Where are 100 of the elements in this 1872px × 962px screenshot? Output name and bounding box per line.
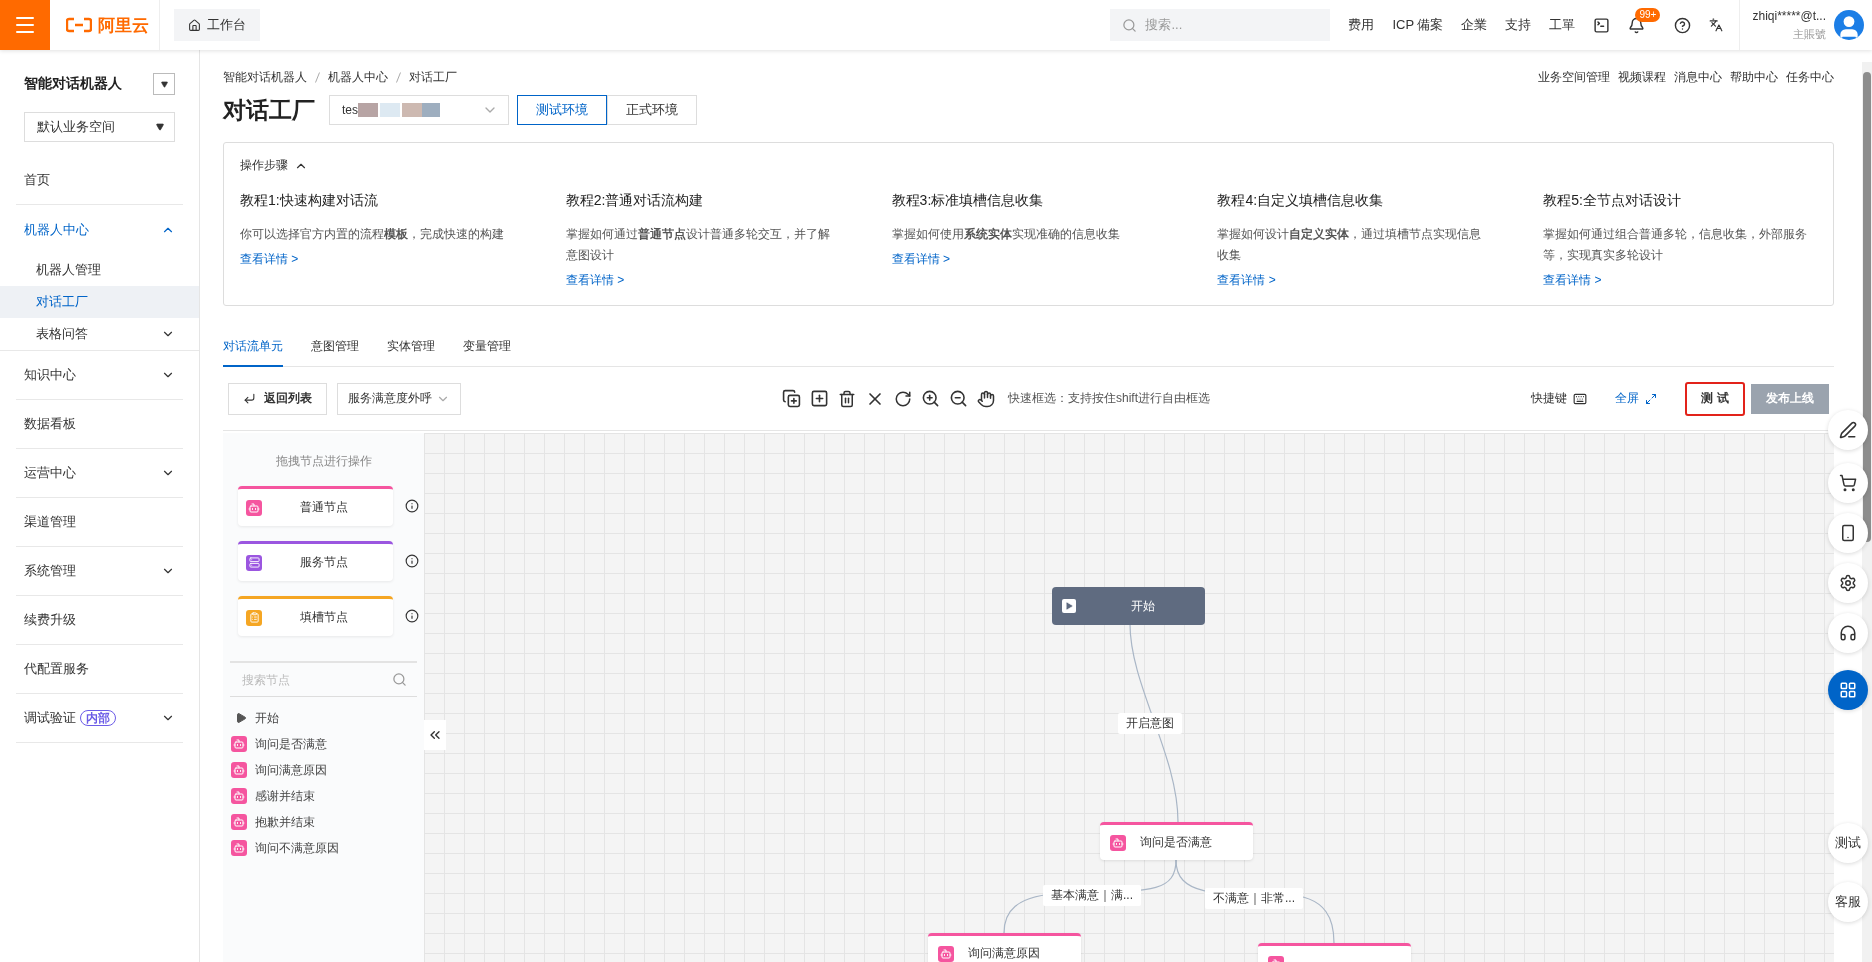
test-button[interactable]: 测 试 — [1685, 381, 1745, 416]
back-to-list-button[interactable]: 返回列表 — [228, 382, 327, 415]
node-type-card[interactable]: 服务节点 — [238, 541, 393, 581]
add-icon[interactable] — [810, 389, 829, 408]
breadcrumb-item[interactable]: 智能对话机器人 — [223, 69, 307, 84]
nav-item[interactable]: 系统管理 — [16, 547, 183, 596]
header-link[interactable]: 视频课程 — [1618, 68, 1666, 86]
details-link[interactable]: 查看详情 > — [891, 251, 950, 268]
delete-icon[interactable] — [838, 389, 856, 408]
tutorial-title: 教程3:标准填槽信息收集 — [891, 192, 1045, 210]
user-name[interactable]: zhiqi*****@t... — [1752, 8, 1826, 23]
top-nav-link[interactable]: 企業 — [1461, 16, 1488, 34]
caret-icon — [160, 80, 168, 88]
tab[interactable]: 实体管理 — [387, 330, 435, 367]
details-link[interactable]: 查看详情 > — [565, 272, 625, 289]
top-nav-link[interactable]: 支持 — [1505, 16, 1532, 34]
menu-button[interactable] — [0, 0, 50, 50]
robot-icon — [1110, 834, 1126, 851]
shortcuts-button[interactable]: 快捷键 — [1531, 390, 1587, 407]
workspace-select[interactable]: 默认业务空间 — [24, 112, 175, 142]
scrollbar-thumb[interactable] — [1863, 72, 1871, 542]
fullscreen-button[interactable]: 全屏 — [1615, 390, 1657, 407]
info-icon[interactable] — [405, 609, 419, 623]
edge-label[interactable]: 不满意｜非常... — [1205, 888, 1303, 909]
node-tree-item[interactable]: 抱歉并结束 — [223, 809, 424, 835]
dialog-node[interactable]: 询问满意原因 — [928, 933, 1081, 962]
node-tree-item[interactable]: 询问满意原因 — [223, 757, 424, 783]
nav-item[interactable]: 数据看板 — [16, 400, 183, 449]
refresh-icon[interactable] — [894, 389, 912, 408]
info-icon[interactable] — [405, 499, 419, 513]
product-menu-button[interactable] — [153, 73, 175, 95]
nav-item[interactable]: 对话工厂 — [0, 286, 199, 318]
nav-item[interactable]: 表格问答 — [0, 318, 199, 350]
palette-hint: 拖拽节点进行操作 — [274, 453, 373, 470]
flow-select[interactable]: 服务满意度外呼 — [337, 382, 461, 415]
tutorial-description: 掌握如何通过组合普通多轮，信息收集，外部服务等，实现真实多轮设计 — [1543, 226, 1809, 264]
node-type-card[interactable]: 普通节点 — [238, 486, 393, 526]
node-tree-item[interactable]: 开始 — [223, 705, 424, 731]
nav-label: 代配置服务 — [24, 660, 89, 678]
nav-item[interactable]: 机器人管理 — [0, 254, 199, 286]
play-icon — [235, 712, 247, 724]
nav-group[interactable]: 机器人中心 — [16, 205, 183, 254]
product-title: 智能对话机器人 — [24, 75, 122, 93]
nav-item[interactable]: 知识中心 — [16, 351, 183, 400]
settings-icon — [1839, 574, 1857, 592]
search-icon[interactable] — [392, 672, 407, 687]
nav-item[interactable]: 首页 — [16, 156, 183, 205]
node-tree-item[interactable]: 感谢并结束 — [223, 783, 424, 809]
node-type-card[interactable]: 填槽节点 — [238, 596, 393, 636]
node-type-icon — [246, 609, 262, 626]
nav-item[interactable]: 运营中心 — [16, 449, 183, 498]
tutorial-title: 教程2:普通对话流构建 — [565, 192, 705, 210]
zoom-out-icon[interactable] — [949, 389, 968, 408]
nav-item[interactable]: 代配置服务 — [16, 645, 183, 694]
nav-item[interactable]: 调试验证 内部 — [16, 694, 183, 743]
copy-icon[interactable] — [782, 389, 801, 408]
collapse-panel-button[interactable] — [424, 720, 446, 750]
header-link[interactable]: 业务空间管理 — [1538, 68, 1610, 86]
support-icon — [1839, 624, 1857, 642]
details-link[interactable]: 查看详情 > — [1217, 272, 1276, 289]
top-nav-link[interactable]: 工單 — [1549, 16, 1576, 34]
details-link[interactable]: 查看详情 > — [240, 251, 299, 268]
info-icon[interactable] — [405, 554, 419, 568]
details-link[interactable]: 查看详情 > — [1543, 272, 1602, 289]
node-tree-item[interactable]: 询问是否满意 — [223, 731, 424, 757]
header-link[interactable]: 消息中心 — [1674, 68, 1722, 86]
header-link[interactable]: 帮助中心 — [1730, 68, 1778, 86]
header-link[interactable]: 任务中心 — [1786, 68, 1834, 86]
robot-icon — [938, 945, 954, 962]
breadcrumb-item[interactable]: 机器人中心 — [328, 69, 388, 84]
terminal-icon[interactable] — [1593, 16, 1611, 34]
bot-select[interactable]: tes — [329, 95, 509, 125]
selection-hint: 快速框选：支持按住shift进行自由框选 — [1008, 390, 1210, 407]
flow-canvas[interactable]: 开启意图 基本满意｜满... 不满意｜非常... 开始 询问是否满意 询问满意原因 — [424, 433, 1834, 962]
bell-icon[interactable] — [1628, 16, 1646, 34]
breadcrumb-item[interactable]: 对话工厂 — [409, 69, 457, 84]
node-search-field[interactable]: 搜索节点 — [240, 671, 392, 688]
workbench-button[interactable]: 工作台 — [174, 9, 260, 41]
tutorial-description: 你可以选择官方内置的流程模板，完成快速的构建 — [240, 226, 505, 243]
hand-icon[interactable] — [977, 389, 995, 408]
start-node[interactable]: 开始 — [1052, 587, 1205, 625]
avatar-icon[interactable] — [1834, 10, 1864, 40]
environment-tab[interactable]: 测试环境 — [517, 95, 607, 125]
edit-button[interactable] — [1828, 410, 1868, 450]
nav-item[interactable]: 续费升级 — [16, 596, 183, 645]
top-nav-link[interactable]: ICP 備案 — [1392, 16, 1444, 34]
edge-label[interactable]: 基本满意｜满... — [1043, 885, 1141, 906]
help-icon[interactable] — [1674, 16, 1692, 34]
top-nav-link[interactable]: 费用 — [1348, 16, 1375, 34]
node-tree-item[interactable]: 询问不满意原因 — [223, 835, 424, 861]
edge-label[interactable]: 开启意图 — [1118, 713, 1182, 734]
tab[interactable]: 变量管理 — [463, 330, 511, 367]
dialog-node[interactable]: 询问是否满意 — [1100, 822, 1253, 860]
logo-icon — [66, 17, 92, 33]
translate-icon[interactable] — [1709, 18, 1724, 32]
tab[interactable]: 意图管理 — [311, 330, 359, 367]
tab[interactable]: 对话流单元 — [223, 330, 283, 367]
zoom-in-icon[interactable] — [921, 389, 940, 408]
nav-item[interactable]: 渠道管理 — [16, 498, 183, 547]
environment-tab[interactable]: 正式环境 — [607, 95, 697, 125]
